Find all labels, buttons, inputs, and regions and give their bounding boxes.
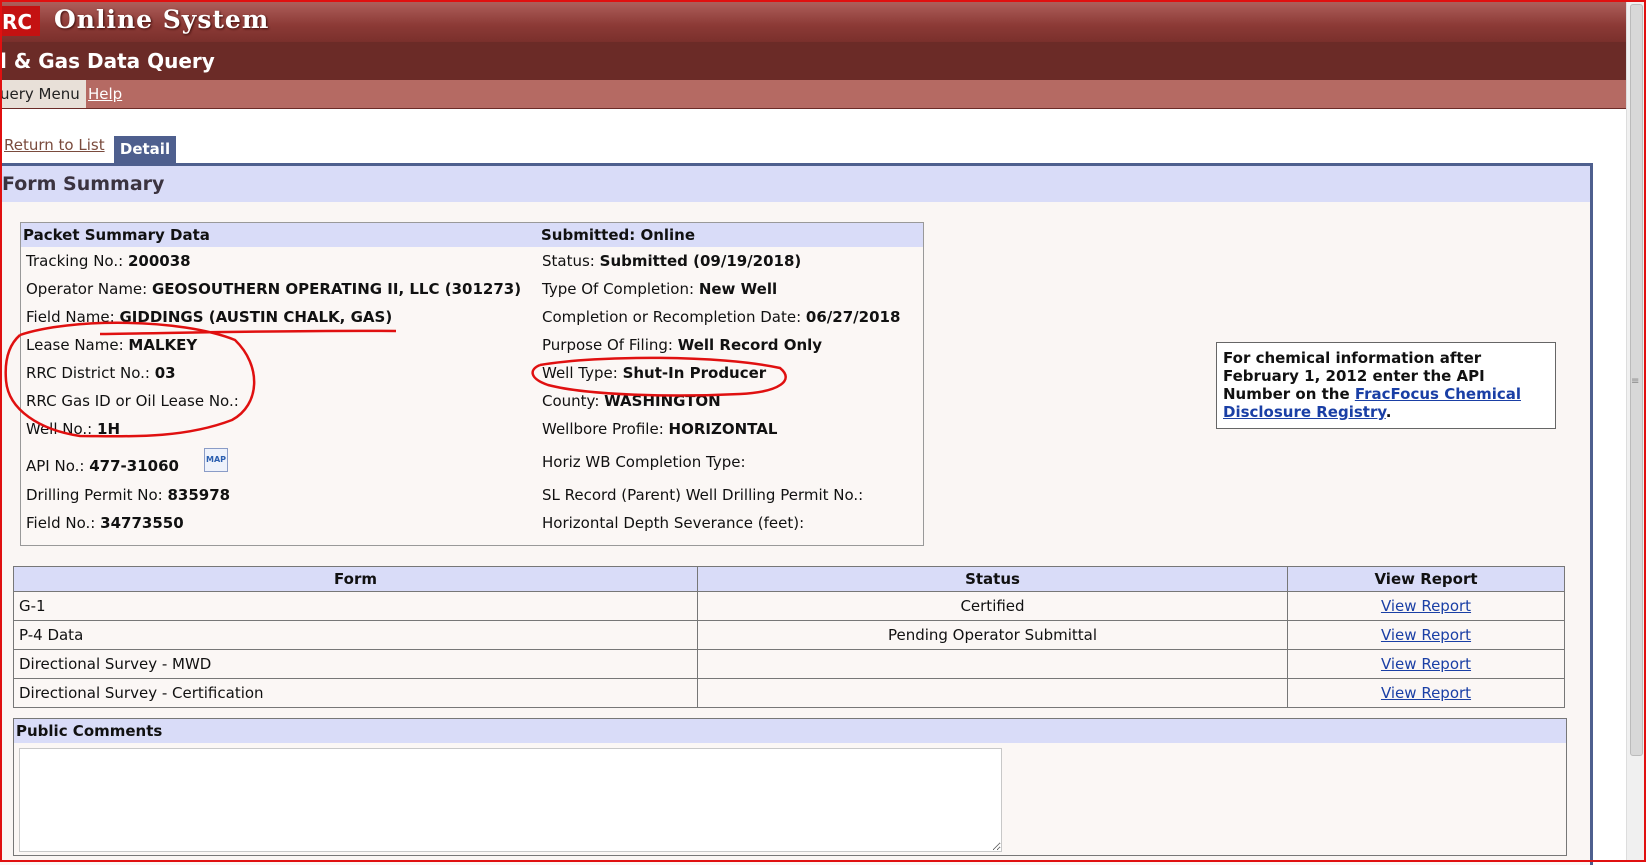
app-title: Online System bbox=[54, 5, 270, 34]
rrc-logo: RC bbox=[0, 6, 40, 36]
form-cell: P-4 Data bbox=[13, 620, 698, 650]
submitted-heading: Submitted: Online bbox=[541, 226, 696, 244]
view-report-link[interactable]: View Report bbox=[1381, 684, 1471, 702]
menu-bar: uery Menu Help bbox=[0, 80, 1626, 109]
status-cell: Pending Operator Submittal bbox=[697, 620, 1288, 650]
status-cell: Certified bbox=[697, 591, 1288, 621]
form-cell: G-1 bbox=[13, 591, 698, 621]
view-report-link[interactable]: View Report bbox=[1381, 626, 1471, 644]
status-cell bbox=[697, 649, 1288, 679]
packet-header: Packet Summary Data Submitted: Online bbox=[21, 223, 923, 247]
column-header-status: Status bbox=[697, 566, 1288, 592]
gas-id-field: RRC Gas ID or Oil Lease No.: bbox=[26, 392, 239, 410]
view-report-link[interactable]: View Report bbox=[1381, 597, 1471, 615]
panel-header: Form Summary bbox=[0, 166, 1590, 202]
depth-severance-field: Horizontal Depth Severance (feet): bbox=[542, 514, 805, 532]
column-header-form: Form bbox=[13, 566, 698, 592]
completion-type-field: Type Of Completion: New Well bbox=[542, 280, 778, 298]
grip-icon: ≡ bbox=[1631, 376, 1640, 387]
api-no-field: API No.: 477-31060 bbox=[26, 457, 179, 475]
help-link[interactable]: Help bbox=[88, 80, 122, 108]
svg-text:RC: RC bbox=[2, 10, 32, 34]
page-subtitle: l & Gas Data Query bbox=[0, 49, 215, 73]
comments-title: Public Comments bbox=[16, 722, 163, 740]
well-type-field: Well Type: Shut-In Producer bbox=[542, 364, 767, 382]
drilling-permit-field: Drilling Permit No: 835978 bbox=[26, 486, 231, 504]
public-comments-section: Public Comments bbox=[13, 718, 1567, 856]
status-field: Status: Submitted (09/19/2018) bbox=[542, 252, 802, 270]
vertical-scrollbar[interactable]: ≡ bbox=[1626, 0, 1645, 862]
sl-record-permit-field: SL Record (Parent) Well Drilling Permit … bbox=[542, 486, 864, 504]
chemical-info-box: For chemical information after February … bbox=[1216, 342, 1556, 429]
form-cell: Directional Survey - Certification bbox=[13, 678, 698, 708]
table-row: G-1 Certified View Report bbox=[13, 591, 1565, 621]
form-cell: Directional Survey - MWD bbox=[13, 649, 698, 679]
lease-name-field: Lease Name: MALKEY bbox=[26, 336, 198, 354]
public-comments-textarea[interactable] bbox=[19, 748, 1002, 852]
tracking-no-field: Tracking No.: 200038 bbox=[26, 252, 191, 270]
subtitle-bar: l & Gas Data Query bbox=[0, 42, 1626, 80]
query-menu-link[interactable]: uery Menu bbox=[0, 80, 86, 108]
packet-heading: Packet Summary Data bbox=[23, 226, 210, 244]
county-field: County: WASHINGTON bbox=[542, 392, 721, 410]
completion-date-field: Completion or Recompletion Date: 06/27/2… bbox=[542, 308, 901, 326]
field-name-field: Field Name: GIDDINGS (AUSTIN CHALK, GAS) bbox=[26, 308, 393, 326]
purpose-of-filing-field: Purpose Of Filing: Well Record Only bbox=[542, 336, 823, 354]
operator-name-field: Operator Name: GEOSOUTHERN OPERATING II,… bbox=[26, 280, 522, 298]
view-report-cell: View Report bbox=[1287, 591, 1565, 621]
district-no-field: RRC District No.: 03 bbox=[26, 364, 176, 382]
field-no-field: Field No.: 34773550 bbox=[26, 514, 184, 532]
forms-table: Form Status View Report G-1 Certified Vi… bbox=[13, 566, 1565, 708]
map-icon[interactable]: MAP bbox=[204, 448, 228, 472]
top-banner: RC Online System bbox=[0, 0, 1626, 42]
comments-header: Public Comments bbox=[14, 719, 1566, 743]
panel-title: Form Summary bbox=[2, 173, 165, 195]
view-report-cell: View Report bbox=[1287, 649, 1565, 679]
tab-return-to-list[interactable]: Return to List bbox=[4, 136, 105, 154]
table-row: P-4 Data Pending Operator Submittal View… bbox=[13, 620, 1565, 650]
view-report-link[interactable]: View Report bbox=[1381, 655, 1471, 673]
table-row: Directional Survey - MWD View Report bbox=[13, 649, 1565, 679]
well-no-field: Well No.: 1H bbox=[26, 420, 121, 438]
wellbore-profile-field: Wellbore Profile: HORIZONTAL bbox=[542, 420, 778, 438]
horiz-completion-type-field: Horiz WB Completion Type: bbox=[542, 453, 746, 471]
column-header-view-report: View Report bbox=[1287, 566, 1565, 592]
tab-detail[interactable]: Detail bbox=[114, 136, 176, 163]
view-report-cell: View Report bbox=[1287, 620, 1565, 650]
table-row: Directional Survey - Certification View … bbox=[13, 678, 1565, 708]
status-cell bbox=[697, 678, 1288, 708]
view-report-cell: View Report bbox=[1287, 678, 1565, 708]
chemical-info-text: For chemical information after February … bbox=[1223, 349, 1521, 421]
